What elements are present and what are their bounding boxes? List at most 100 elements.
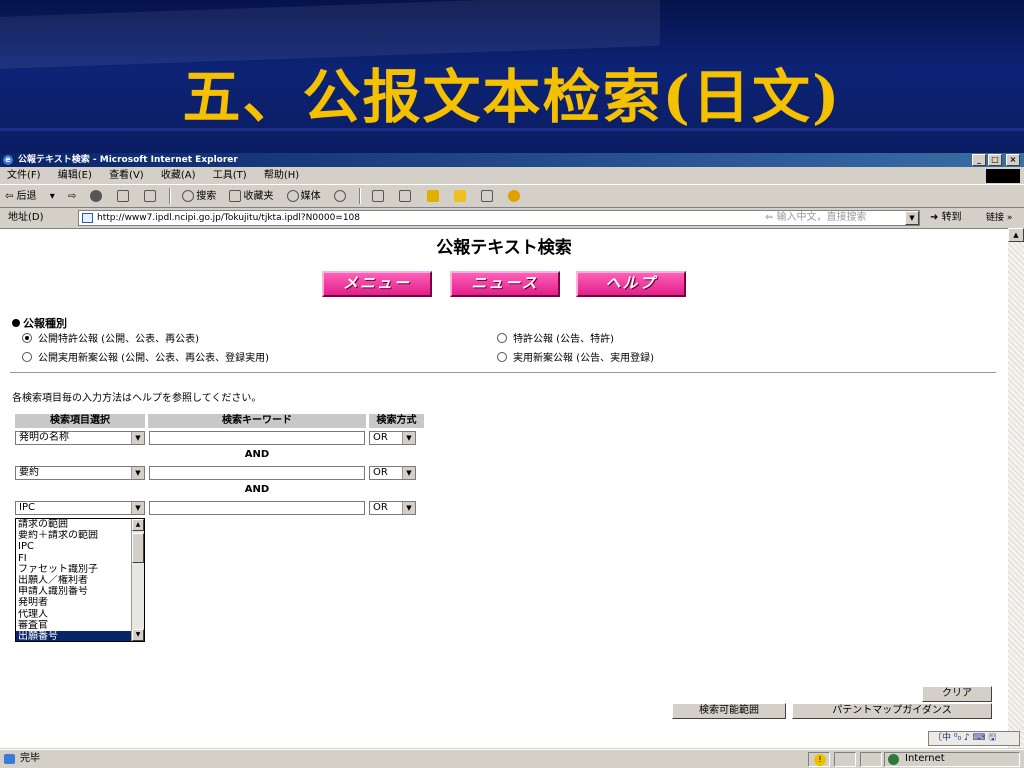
radio-button-icon[interactable] [497, 352, 507, 362]
page-status-icon [4, 754, 15, 764]
extra-button[interactable] [503, 186, 527, 208]
scroll-thumb[interactable] [132, 533, 144, 563]
dropdown-option[interactable]: 出願人／権利者 [16, 575, 132, 586]
address-input[interactable]: http://www7.ipdl.ncipi.go.jp/Tokujitu/tj… [78, 210, 920, 226]
mail-button[interactable] [367, 186, 391, 208]
language-bar[interactable]: 〔中 ⁰₀ ♪ ⌨ 🖫 [928, 731, 1020, 746]
radio-utility[interactable]: 実用新案公報 (公告、実用登録) [497, 349, 654, 364]
stop-button[interactable] [85, 186, 109, 208]
radio-label: 特許公報 (公告、特許) [513, 334, 614, 345]
dropdown-option[interactable]: 申請人識別番号 [16, 586, 132, 597]
status-cell [860, 752, 882, 767]
and-connector: AND [244, 449, 270, 460]
keyword-input-2[interactable] [149, 466, 365, 480]
scroll-up-icon[interactable]: ▲ [1008, 228, 1024, 242]
mode-select-3[interactable]: OR ▼ [369, 501, 416, 515]
field-select-1[interactable]: 発明の名称 ▼ [15, 431, 145, 445]
go-button[interactable]: ➜ 转到 [930, 209, 962, 227]
dropdown-arrow-icon[interactable]: ▼ [402, 432, 415, 444]
radio-patent[interactable]: 特許公報 (公告、特許) [497, 330, 614, 345]
menu-edit[interactable]: 编辑(E) [51, 167, 99, 185]
radio-unexamined-utility[interactable]: 公開実用新案公報 (公開、公表、再公表、登録実用) [22, 349, 269, 364]
address-dropdown-icon[interactable]: ▼ [905, 211, 919, 225]
maximize-button[interactable]: □ [988, 154, 1002, 166]
dropdown-option[interactable]: 審査官 [16, 620, 132, 631]
dropdown-option[interactable]: 発明者 [16, 597, 132, 608]
dropdown-option[interactable]: ファセット識別子 [16, 564, 132, 575]
radio-button-icon[interactable] [497, 333, 507, 343]
menu-bar: 文件(F) 编辑(E) 查看(V) 收藏(A) 工具(T) 帮助(H) [0, 167, 1024, 185]
page-scrollbar[interactable]: ▲ [1008, 228, 1024, 748]
dropdown-arrow-icon[interactable]: ▼ [131, 467, 144, 479]
page-heading: 公報テキスト検索 [436, 238, 572, 258]
scroll-up-icon[interactable]: ▲ [132, 519, 144, 531]
patent-map-guidance-button[interactable]: パテントマップガイダンス [792, 703, 992, 719]
print-button[interactable] [394, 186, 418, 208]
clear-button[interactable]: クリア [922, 686, 992, 702]
mode-select-1[interactable]: OR ▼ [369, 431, 416, 445]
dropdown-arrow-icon[interactable]: ▼ [402, 502, 415, 514]
media-button[interactable]: 媒体 [282, 186, 326, 208]
minimize-button[interactable]: _ [972, 154, 986, 166]
radio-button-icon[interactable] [22, 352, 32, 362]
keyword-input-1[interactable] [149, 431, 365, 445]
edit-button[interactable] [422, 186, 446, 208]
dropdown-option[interactable]: 代理人 [16, 609, 132, 620]
radio-button-checked-icon[interactable] [22, 333, 32, 343]
dropdown-option[interactable]: IPC [16, 541, 132, 552]
go-label: 转到 [941, 212, 962, 223]
field-dropdown-list[interactable]: 請求の範囲 要約＋請求の範囲 IPC FI ファセット識別子 出願人／権利者 申… [15, 518, 145, 642]
mail-icon [372, 190, 385, 202]
messenger-button[interactable] [476, 186, 500, 208]
home-button[interactable] [139, 186, 163, 208]
print-icon [399, 190, 412, 202]
mode-select-2[interactable]: OR ▼ [369, 466, 416, 480]
dropdown-option[interactable]: 要約＋請求の範囲 [16, 530, 132, 541]
menu-favorites[interactable]: 收藏(A) [154, 167, 203, 185]
dropdown-option[interactable]: FI [16, 553, 132, 564]
search-button[interactable]: 搜索 [177, 186, 221, 208]
forward-button[interactable]: ⇨ [63, 186, 81, 208]
refresh-button[interactable] [112, 186, 136, 208]
menu-nav-button[interactable]: メニュー [322, 271, 432, 297]
keyword-input-3[interactable] [149, 501, 365, 515]
ie-logo-icon: e [3, 155, 13, 165]
window-titlebar[interactable]: e 公報テキスト検索 - Microsoft Internet Explorer… [0, 153, 1024, 167]
field-select-value: IPC [19, 502, 35, 513]
home-icon [143, 190, 156, 202]
scroll-down-icon[interactable]: ▼ [132, 629, 144, 641]
links-button[interactable]: 链接 » [986, 209, 1012, 227]
mode-select-value: OR [373, 432, 388, 443]
menu-view[interactable]: 查看(V) [102, 167, 151, 185]
dropdown-arrow-icon[interactable]: ▼ [131, 432, 144, 444]
menu-help[interactable]: 帮助(H) [257, 167, 306, 185]
dropdown-arrow-icon[interactable]: ▼ [402, 467, 415, 479]
close-button[interactable]: × [1006, 154, 1020, 166]
slide-header: 五、公报文本检索(日文) [0, 0, 1024, 153]
favorites-button[interactable]: 收藏夹 [224, 186, 278, 208]
field-select-2[interactable]: 要約 ▼ [15, 466, 145, 480]
discuss-button[interactable] [449, 186, 473, 208]
news-nav-button[interactable]: ニュース [450, 271, 560, 297]
history-button[interactable] [329, 186, 353, 208]
menu-file[interactable]: 文件(F) [0, 167, 48, 185]
field-select-3[interactable]: IPC ▼ [15, 501, 145, 515]
and-connector: AND [244, 484, 270, 495]
address-hint: ⇐ 输入中文，直接搜索 [765, 212, 867, 223]
menu-tools[interactable]: 工具(T) [206, 167, 254, 185]
back-dropdown-icon[interactable]: ▾ [45, 186, 60, 208]
dropdown-scrollbar[interactable]: ▲ ▼ [131, 519, 144, 641]
search-label: 搜索 [196, 191, 217, 202]
radio-unexamined-patent[interactable]: 公開特許公報 (公開、公表、再公表) [22, 330, 199, 345]
address-url: http://www7.ipdl.ncipi.go.jp/Tokujitu/tj… [97, 213, 361, 223]
dropdown-arrow-icon[interactable]: ▼ [131, 502, 144, 514]
searchable-range-button[interactable]: 検索可能範囲 [672, 703, 786, 719]
bullet-icon [12, 319, 20, 327]
browser-window: e 公報テキスト検索 - Microsoft Internet Explorer… [0, 153, 1024, 768]
status-cell [834, 752, 856, 767]
help-nav-button[interactable]: ヘルプ [576, 271, 686, 297]
dropdown-option-selected[interactable]: 出願番号 [16, 630, 132, 641]
dropdown-option[interactable]: 請求の範囲 [16, 519, 132, 530]
window-title: 公報テキスト検索 - Microsoft Internet Explorer [18, 155, 238, 165]
back-button[interactable]: ⇦ 后退 [0, 186, 42, 208]
